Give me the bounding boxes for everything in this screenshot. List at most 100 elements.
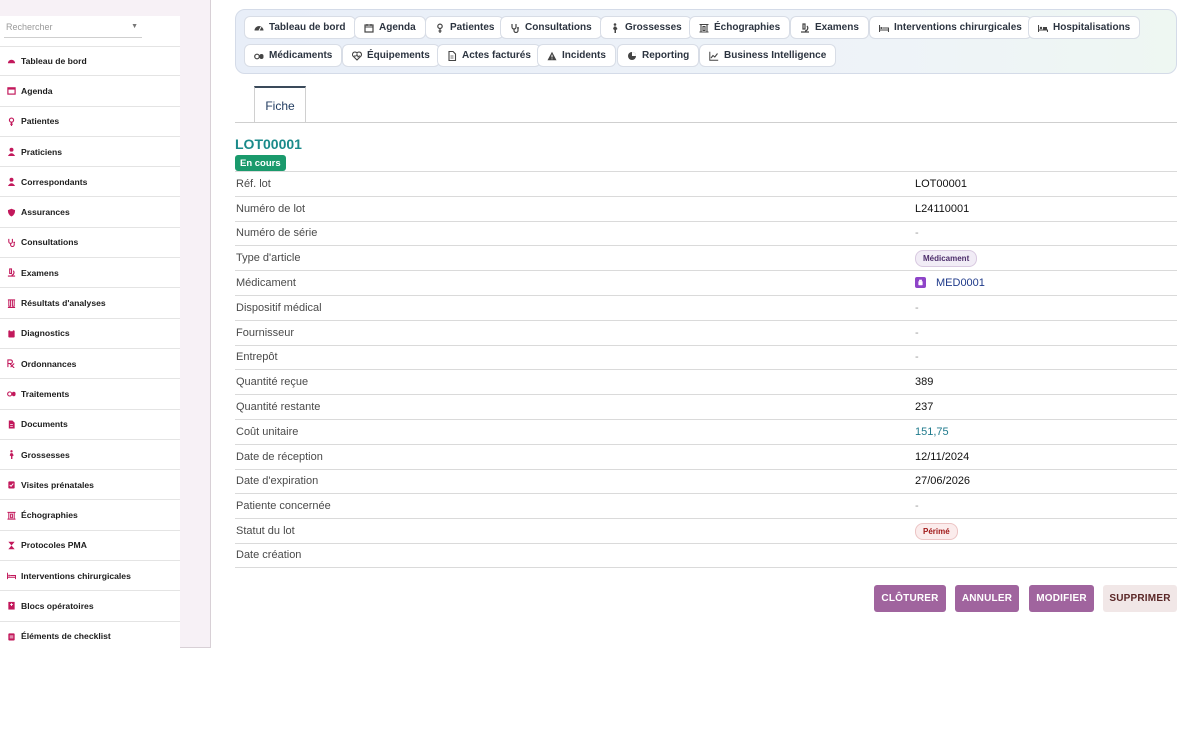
user-icon bbox=[6, 176, 17, 187]
ultrasound-icon bbox=[6, 510, 17, 521]
field-label: Numéro de série bbox=[236, 227, 318, 240]
hospital-bed-icon bbox=[1038, 24, 1048, 32]
sidebar-item-correspondants[interactable]: Correspondants bbox=[0, 167, 180, 198]
clipboard-icon bbox=[6, 328, 17, 339]
module-button-tableau-de-bord[interactable]: Tableau de bord bbox=[244, 16, 356, 39]
table-row: Date de réception 12/11/2024 bbox=[235, 443, 1177, 469]
module-button-consultations[interactable]: Consultations bbox=[500, 16, 602, 39]
sidebar-item-traitements[interactable]: Traitements bbox=[0, 379, 180, 410]
module-label: Patientes bbox=[450, 22, 495, 33]
module-button-equipements[interactable]: Équipements bbox=[342, 44, 440, 67]
sidebar-nav: Tableau de bord Agenda Patientes Pratici… bbox=[0, 46, 180, 648]
lot-status-badge: Périmé bbox=[915, 522, 958, 540]
bed-icon bbox=[879, 24, 889, 32]
sidebar-item-echographies[interactable]: Échographies bbox=[0, 500, 180, 531]
module-button-actes-factures[interactable]: Actes facturés bbox=[437, 44, 541, 67]
modifier-button[interactable]: MODIFIER bbox=[1029, 585, 1094, 612]
detail-table: Réf. lot LOT00001 Numéro de lot L24110001 … bbox=[235, 171, 1177, 568]
sidebar-item-label: Visites prénatales bbox=[21, 479, 94, 490]
module-button-echographies[interactable]: Échographies bbox=[689, 16, 791, 39]
dashboard-icon bbox=[6, 56, 17, 67]
warning-icon bbox=[547, 51, 557, 60]
sidebar-item-resultats-analyses[interactable]: Résultats d'analyses bbox=[0, 288, 180, 319]
sidebar-item-praticiens[interactable]: Praticiens bbox=[0, 137, 180, 168]
module-label: Agenda bbox=[379, 22, 416, 33]
module-label: Interventions chirurgicales bbox=[894, 22, 1022, 33]
sidebar-item-label: Patientes bbox=[21, 116, 60, 127]
field-label: Réf. lot bbox=[236, 177, 271, 190]
microscope-icon bbox=[801, 22, 809, 33]
module-button-business-intelligence[interactable]: Business Intelligence bbox=[699, 44, 837, 67]
sidebar-item-examens[interactable]: Examens bbox=[0, 258, 180, 289]
calendar-icon bbox=[364, 23, 374, 33]
sidebar-item-agenda[interactable]: Agenda bbox=[0, 76, 180, 107]
tab-divider bbox=[235, 122, 1177, 123]
sidebar-item-visites-prenatales[interactable]: Visites prénatales bbox=[0, 470, 180, 501]
medication-icon bbox=[915, 277, 926, 289]
chevron-down-icon[interactable]: ▼ bbox=[131, 23, 138, 30]
sidebar-item-assurances[interactable]: Assurances bbox=[0, 197, 180, 228]
table-row: Type d'article Médicament bbox=[235, 245, 1177, 270]
sidebar-item-protocoles-pma[interactable]: Protocoles PMA bbox=[0, 531, 180, 562]
sidebar-item-label: Grossesses bbox=[21, 449, 70, 460]
field-label: Date création bbox=[236, 549, 302, 562]
calendar-icon bbox=[6, 85, 17, 96]
module-button-interventions[interactable]: Interventions chirurgicales bbox=[869, 16, 1032, 39]
pills-icon bbox=[6, 388, 17, 399]
annuler-button[interactable]: ANNULER bbox=[955, 585, 1019, 612]
cloturer-button[interactable]: CLÔTURER bbox=[874, 585, 946, 612]
field-value: MED0001 bbox=[915, 277, 1177, 290]
module-button-medicaments[interactable]: Médicaments bbox=[244, 44, 343, 67]
sidebar-item-label: Diagnostics bbox=[21, 328, 70, 339]
vials-icon bbox=[6, 298, 17, 309]
sidebar-item-elements-checklist[interactable]: Éléments de checklist bbox=[0, 622, 180, 648]
sidebar-item-patientes[interactable]: Patientes bbox=[0, 107, 180, 137]
sidebar-item-diagnostics[interactable]: Diagnostics bbox=[0, 319, 180, 349]
sidebar-item-label: Traitements bbox=[21, 388, 70, 399]
module-button-grossesses[interactable]: Grossesses bbox=[600, 16, 692, 39]
supprimer-button[interactable]: SUPPRIMER bbox=[1103, 585, 1177, 612]
tab-fiche[interactable]: Fiche bbox=[254, 86, 306, 123]
microscope-icon bbox=[6, 267, 17, 278]
table-row: Quantité reçue 389 bbox=[235, 369, 1177, 394]
sidebar-item-blocs-operatoires[interactable]: Blocs opératoires bbox=[0, 591, 180, 622]
sidebar-item-interventions[interactable]: Interventions chirurgicales bbox=[0, 561, 180, 592]
sidebar-item-tableau-de-bord[interactable]: Tableau de bord bbox=[0, 46, 180, 77]
female-icon bbox=[437, 22, 443, 33]
module-label: Échographies bbox=[714, 22, 781, 33]
sidebar-item-consultations[interactable]: Consultations bbox=[0, 228, 180, 259]
search-input[interactable] bbox=[4, 21, 124, 32]
sidebar-item-grossesses[interactable]: Grossesses bbox=[0, 440, 180, 471]
field-label: Quantité reçue bbox=[236, 376, 309, 389]
module-button-examens[interactable]: Examens bbox=[790, 16, 869, 39]
module-label: Médicaments bbox=[269, 50, 333, 61]
clipboard-check-icon bbox=[6, 479, 17, 490]
table-row: Réf. lot LOT00001 bbox=[235, 171, 1177, 196]
module-label: Consultations bbox=[525, 22, 592, 33]
table-row: Quantité restante 237 bbox=[235, 394, 1177, 419]
field-label: Entrepôt bbox=[236, 351, 278, 364]
module-label: Business Intelligence bbox=[724, 50, 827, 61]
field-label: Date d'expiration bbox=[236, 475, 319, 488]
field-label: Médicament bbox=[236, 277, 296, 290]
module-button-patientes[interactable]: Patientes bbox=[425, 16, 505, 39]
table-row: Numéro de série - bbox=[235, 220, 1177, 246]
sidebar-item-documents[interactable]: Documents bbox=[0, 410, 180, 440]
field-value: - bbox=[915, 301, 919, 314]
medicament-link[interactable]: MED0001 bbox=[915, 277, 985, 289]
table-row: Date d'expiration 27/06/2026 bbox=[235, 468, 1177, 494]
module-button-agenda[interactable]: Agenda bbox=[354, 16, 426, 39]
field-value: - bbox=[915, 326, 919, 339]
field-label: Quantité restante bbox=[236, 401, 321, 414]
module-label: Hospitalisations bbox=[1053, 22, 1131, 33]
field-value: LOT00001 bbox=[915, 177, 967, 190]
status-badge: En cours bbox=[235, 155, 286, 171]
module-button-reporting[interactable]: Reporting bbox=[617, 44, 700, 67]
module-button-hospitalisations[interactable]: Hospitalisations bbox=[1028, 16, 1141, 39]
field-label: Coût unitaire bbox=[236, 425, 299, 438]
module-button-incidents[interactable]: Incidents bbox=[537, 44, 616, 67]
sidebar-item-label: Échographies bbox=[21, 510, 78, 521]
sidebar-item-label: Tableau de bord bbox=[21, 56, 87, 67]
sidebar-item-ordonnances[interactable]: Ordonnances bbox=[0, 349, 180, 380]
table-row: Patiente concernée - bbox=[235, 493, 1177, 518]
